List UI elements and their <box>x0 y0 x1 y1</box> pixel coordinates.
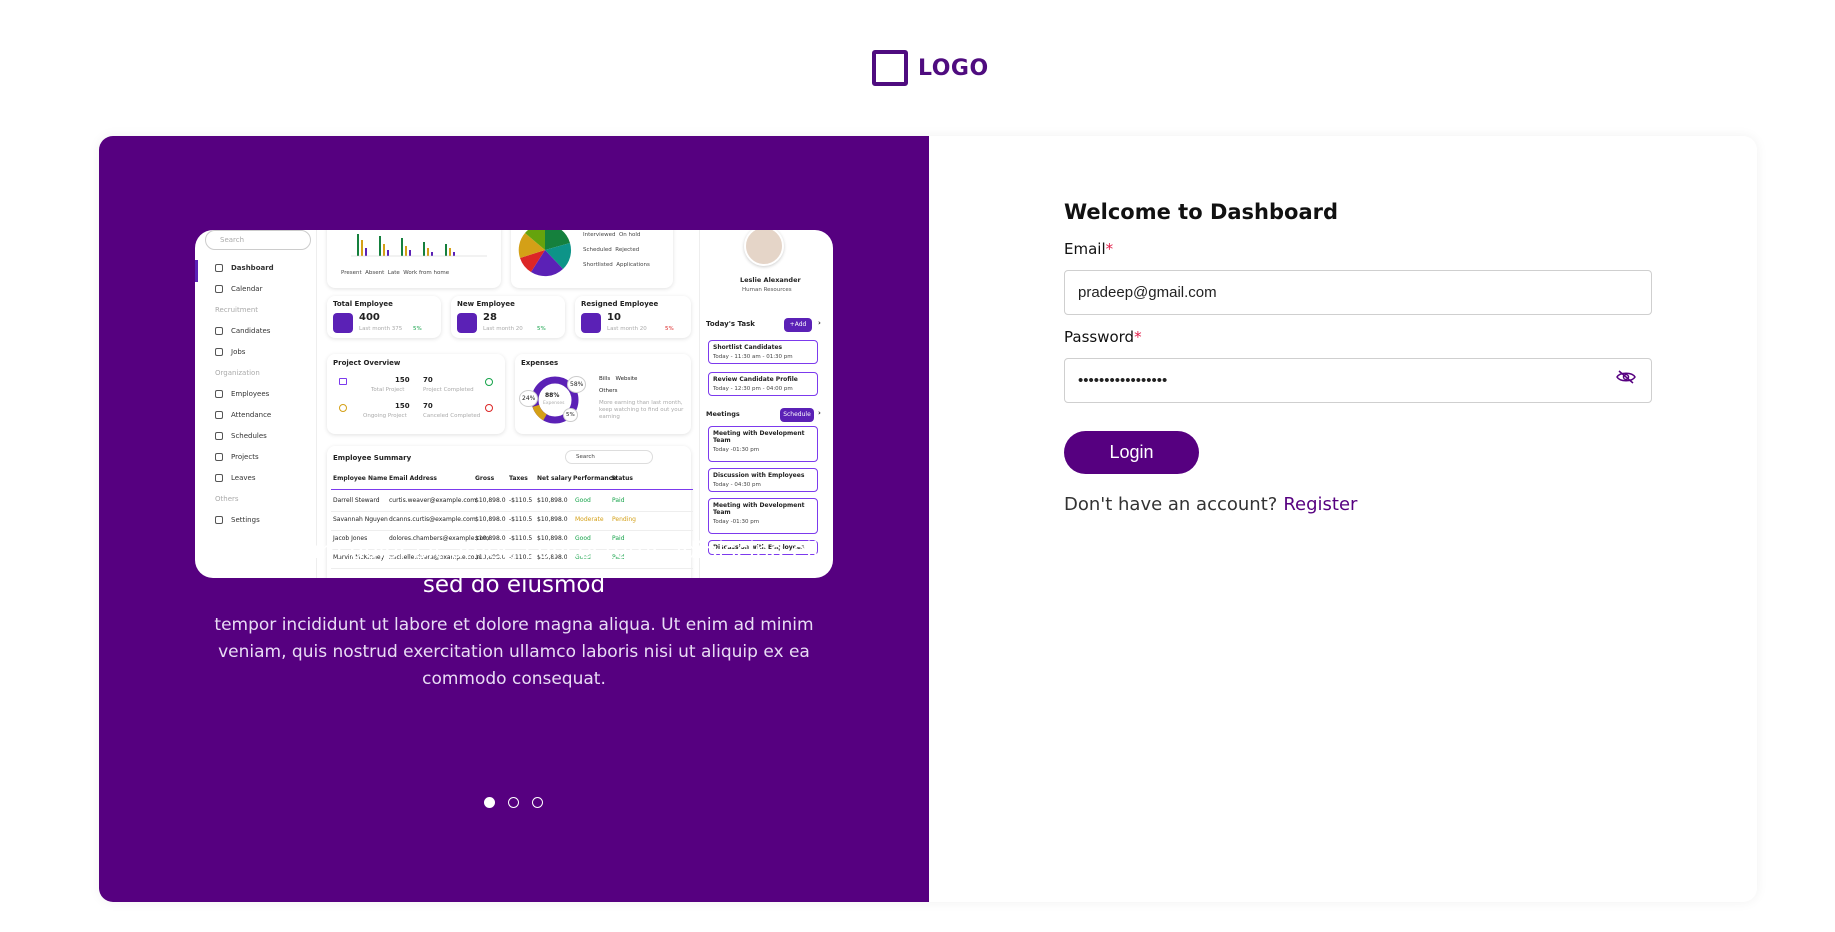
logo: LOGO <box>872 50 989 86</box>
preview-expenses: Expenses 88% Expenses 24% 58% 5% Bills W… <box>515 354 691 434</box>
bar-chart-icon <box>215 411 223 419</box>
leaf-icon <box>215 474 223 482</box>
preview-table-header: Employee Name Email Address Gross Taxes … <box>331 468 693 490</box>
chevron-right-icon: › <box>818 409 821 417</box>
briefcase-icon <box>215 348 223 356</box>
register-prompt: Don't have an account? Register <box>1064 494 1357 515</box>
eye-off-icon[interactable] <box>1616 370 1636 384</box>
preview-nav-calendar: Calendar <box>215 285 262 293</box>
preview-nav-settings: Settings <box>215 516 260 524</box>
carousel-dots <box>484 797 543 808</box>
preview-status-pie: Interviewed On hold Scheduled Rejected S… <box>511 230 673 288</box>
preview-meeting-item: Meeting with Development Team Today -01:3… <box>708 426 818 462</box>
preview-stat-total-employee: Total Employee 400 Last month 375 5% <box>327 296 441 338</box>
preview-task-item: Review Candidate Profile Today - 12:30 pm… <box>708 372 818 396</box>
logo-text: LOGO <box>918 55 989 81</box>
preview-nav-leaves: Leaves <box>215 474 255 482</box>
carousel-dot-1[interactable] <box>484 797 495 808</box>
promo-body: tempor incididunt ut labore et dolore ma… <box>214 615 814 689</box>
preview-nav-group-recruitment: Recruitment <box>215 306 259 314</box>
preview-search: Search <box>205 230 311 250</box>
preview-status-legend-2: Scheduled Rejected <box>583 247 640 253</box>
clock-icon <box>339 404 347 412</box>
preview-task-item: Shortlist Candidates Today - 11:30 am - 0… <box>708 340 818 364</box>
preview-expense-legend-1: Bills Website <box>599 376 638 382</box>
preview-status-legend-1: Interviewed On hold <box>583 232 641 238</box>
preview-project-overview: Project Overview 150 Total Project 70 Pr… <box>327 354 505 434</box>
chevron-right-icon: › <box>818 319 821 327</box>
login-button[interactable]: Login <box>1064 431 1199 474</box>
preview-nav-schedules: Schedules <box>215 432 267 440</box>
calendar-icon <box>215 285 223 293</box>
password-field[interactable] <box>1064 358 1652 403</box>
preview-status-legend-3: Shortlisted Applications <box>583 262 650 268</box>
preview-nav-candidates: Candidates <box>215 327 270 335</box>
logo-square-icon <box>872 50 908 86</box>
people-icon <box>333 313 353 333</box>
preview-right-column: Leslie Alexander Human Resources Today's… <box>699 230 833 578</box>
form-title: Welcome to Dashboard <box>1064 200 1339 224</box>
password-label: Password* <box>1064 328 1142 346</box>
preview-stat-resigned-employee: Resigned Employee 10 Last month 20 5% <box>575 296 691 338</box>
home-icon <box>215 264 223 272</box>
promo-panel: Search Dashboard Calendar Recruitment Ca… <box>99 136 929 902</box>
preview-active-indicator <box>195 260 198 282</box>
preview-nav-jobs: Jobs <box>215 348 245 356</box>
carousel-dot-3[interactable] <box>532 797 543 808</box>
avatar <box>744 230 784 266</box>
email-label: Email* <box>1064 240 1114 258</box>
people-icon <box>581 313 601 333</box>
preview-stat-new-employee: New Employee 28 Last month 20 5% <box>451 296 565 338</box>
folder-icon <box>215 453 223 461</box>
preview-nav-dashboard: Dashboard <box>215 264 274 272</box>
users-icon <box>215 327 223 335</box>
login-card: Search Dashboard Calendar Recruitment Ca… <box>99 136 1757 902</box>
preview-nav-group-organization: Organization <box>215 369 260 377</box>
register-link[interactable]: Register <box>1283 494 1357 515</box>
email-field[interactable] <box>1064 270 1652 315</box>
x-circle-icon <box>485 404 493 412</box>
preview-attendance-chart: Present Absent Late Work from home <box>327 230 501 288</box>
people-icon <box>215 390 223 398</box>
people-icon <box>457 313 477 333</box>
check-icon <box>485 378 493 386</box>
preview-nav-employees: Employees <box>215 390 269 398</box>
preview-meeting-item: Meeting with Development Team Today -01:3… <box>708 498 818 534</box>
carousel-dot-2[interactable] <box>508 797 519 808</box>
briefcase-icon <box>339 378 347 385</box>
preview-meeting-item: Discussion with Employees Today - 04:30 p… <box>708 468 818 492</box>
gear-icon <box>215 516 223 524</box>
preview-nav-attendance: Attendance <box>215 411 271 419</box>
preview-nav-group-others: Others <box>215 495 239 503</box>
preview-bar-chart <box>351 234 487 257</box>
preview-attendance-legend: Present Absent Late Work from home <box>341 270 450 276</box>
dashboard-preview-image: Search Dashboard Calendar Recruitment Ca… <box>195 230 833 578</box>
preview-nav-projects: Projects <box>215 453 259 461</box>
register-prompt-text: Don't have an account? <box>1064 494 1278 515</box>
preview-pie-chart <box>518 230 572 277</box>
promo-heading: Lorem ipsum dolor sit amet, consectetur … <box>193 538 835 598</box>
preview-sidebar: Search Dashboard Calendar Recruitment Ca… <box>195 230 317 578</box>
clock-icon <box>215 432 223 440</box>
login-form-panel: Welcome to Dashboard Email* Password* Lo… <box>929 136 1757 902</box>
